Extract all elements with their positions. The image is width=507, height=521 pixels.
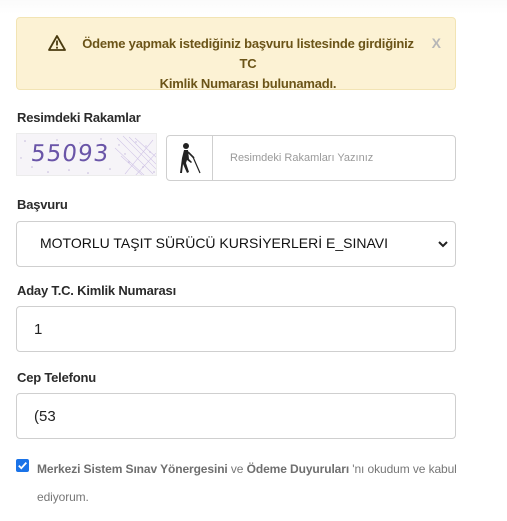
warning-icon: [48, 35, 66, 51]
header-decoration: [0, 0, 507, 14]
consent-text: Merkezi Sistem Sınav Yönergesini ve Ödem…: [37, 455, 457, 511]
phone-label: Cep Telefonu: [17, 370, 96, 385]
tc-label: Aday T.C. Kimlik Numarası: [17, 283, 176, 298]
error-alert: Ödeme yapmak istediğiniz başvuru listesi…: [16, 17, 456, 91]
alert-message: Ödeme yapmak istediğiniz başvuru listesi…: [73, 34, 423, 94]
exam-regulation-link[interactable]: Merkezi Sistem Sınav Yönergesini: [37, 462, 228, 476]
consent-joiner: ve: [227, 462, 247, 476]
audio-captcha-button[interactable]: [166, 135, 213, 181]
close-button[interactable]: X: [432, 35, 441, 51]
captcha-image: 55093: [16, 133, 157, 176]
payment-announcements-link[interactable]: Ödeme Duyuruları: [247, 462, 350, 476]
phone-input[interactable]: [16, 393, 456, 439]
blind-person-icon: [179, 143, 201, 174]
application-selected-value: MOTORLU TAŞIT SÜRÜCÜ KURSİYERLERİ E_SINA…: [40, 235, 389, 251]
consent-checkbox[interactable]: [16, 459, 29, 472]
captcha-input[interactable]: [212, 135, 456, 181]
captcha-label: Resimdeki Rakamlar: [17, 110, 141, 125]
alert-message-line2: Kimlik Numarası bulunamadı.: [159, 76, 337, 91]
application-label: Başvuru: [17, 197, 68, 212]
captcha-code: 55093: [29, 141, 111, 167]
application-select[interactable]: MOTORLU TAŞIT SÜRÜCÜ KURSİYERLERİ E_SINA…: [16, 221, 456, 267]
tc-input[interactable]: [16, 306, 456, 352]
alert-message-line1: Ödeme yapmak istediğiniz başvuru listesi…: [82, 36, 414, 71]
chevron-down-icon: [438, 241, 448, 248]
checkmark-icon: [18, 462, 27, 470]
